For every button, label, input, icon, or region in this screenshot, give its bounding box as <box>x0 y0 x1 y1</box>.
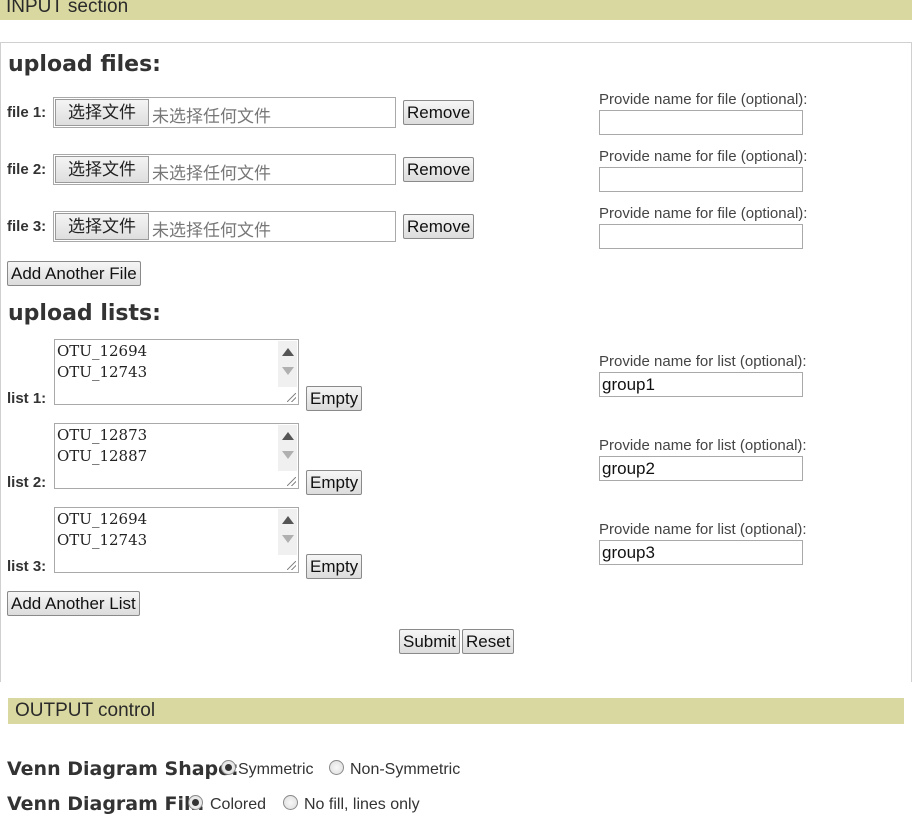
scroll-up-arrow-icon[interactable] <box>282 432 294 440</box>
shape-symmetric-label: Symmetric <box>238 761 314 778</box>
list-3-name-input[interactable]: group3 <box>599 540 803 565</box>
resize-grip-icon[interactable] <box>287 477 296 486</box>
list-1-textarea[interactable]: OTU_12694 OTU_12743 <box>54 339 299 405</box>
list-1-name-label: Provide name for list (optional): <box>599 353 807 370</box>
file-1-label: file 1: <box>7 104 47 121</box>
list-1-line: OTU_12743 <box>57 363 148 381</box>
file-1-remove-button[interactable]: Remove <box>403 100 475 125</box>
fill-colored-radio[interactable] <box>188 795 203 810</box>
file-1-choose-button[interactable]: 选择文件 <box>55 99 149 126</box>
list-1-scrollbar[interactable] <box>278 341 297 387</box>
list-1-line: OTU_12694 <box>57 342 148 360</box>
file-2-name-input[interactable] <box>599 167 803 192</box>
upload-lists-heading: upload lists: <box>8 301 161 326</box>
add-another-list-button[interactable]: Add Another List <box>7 591 140 616</box>
file-3-label: file 3: <box>7 218 47 235</box>
file-2-name-label: Provide name for file (optional): <box>599 148 808 165</box>
file-3-choose-button[interactable]: 选择文件 <box>55 213 149 240</box>
output-control-title: OUTPUT control <box>15 700 156 721</box>
file-3-name-label: Provide name for file (optional): <box>599 205 808 222</box>
list-2-line: OTU_12873 <box>57 426 148 444</box>
list-1-empty-button[interactable]: Empty <box>306 386 363 411</box>
list-2-scrollbar[interactable] <box>278 425 297 471</box>
file-1-picker[interactable]: 选择文件 未选择任何文件 <box>53 97 396 128</box>
list-3-line: OTU_12743 <box>57 531 148 549</box>
scroll-down-arrow-icon[interactable] <box>282 535 294 543</box>
file-3-name-input[interactable] <box>599 224 803 249</box>
list-2-textarea[interactable]: OTU_12873 OTU_12887 <box>54 423 299 489</box>
list-2-label: list 2: <box>7 474 47 491</box>
scroll-down-arrow-icon[interactable] <box>282 367 294 375</box>
fill-colored-label: Colored <box>210 796 267 813</box>
upload-files-heading: upload files: <box>8 52 161 77</box>
file-2-remove-button[interactable]: Remove <box>403 157 475 182</box>
file-2-status: 未选择任何文件 <box>152 164 271 183</box>
list-2-empty-button[interactable]: Empty <box>306 470 363 495</box>
fill-no-fill-radio[interactable] <box>283 795 298 810</box>
input-section-title: INPUT section <box>6 0 129 17</box>
list-3-scrollbar[interactable] <box>278 509 297 555</box>
list-2-name-input[interactable]: group2 <box>599 456 803 481</box>
file-1-name-label: Provide name for file (optional): <box>599 91 808 108</box>
resize-grip-icon[interactable] <box>287 561 296 570</box>
reset-button[interactable]: Reset <box>462 629 515 654</box>
list-1-name-input[interactable]: group1 <box>599 372 803 397</box>
list-3-label: list 3: <box>7 558 47 575</box>
shape-non-symmetric-radio[interactable] <box>329 760 344 775</box>
file-1-name-input[interactable] <box>599 110 803 135</box>
file-2-choose-button[interactable]: 选择文件 <box>55 156 149 183</box>
scroll-down-arrow-icon[interactable] <box>282 451 294 459</box>
list-1-label: list 1: <box>7 390 47 407</box>
shape-non-symmetric-label: Non-Symmetric <box>350 761 461 778</box>
fill-no-fill-label: No fill, lines only <box>304 796 420 813</box>
shape-symmetric-radio[interactable] <box>221 760 236 775</box>
list-3-empty-button[interactable]: Empty <box>306 554 363 579</box>
list-2-name-label: Provide name for list (optional): <box>599 437 807 454</box>
scroll-up-arrow-icon[interactable] <box>282 348 294 356</box>
file-3-picker[interactable]: 选择文件 未选择任何文件 <box>53 211 396 242</box>
add-another-file-button[interactable]: Add Another File <box>7 261 141 286</box>
scroll-up-arrow-icon[interactable] <box>282 516 294 524</box>
file-2-picker[interactable]: 选择文件 未选择任何文件 <box>53 154 396 185</box>
list-3-name-label: Provide name for list (optional): <box>599 521 807 538</box>
file-1-status: 未选择任何文件 <box>152 107 271 126</box>
list-3-textarea[interactable]: OTU_12694 OTU_12743 <box>54 507 299 573</box>
submit-button[interactable]: Submit <box>399 629 460 654</box>
list-2-line: OTU_12887 <box>57 447 148 465</box>
venn-shape-label: Venn Diagram Shape: <box>7 758 239 780</box>
input-section-header: INPUT section <box>0 0 912 20</box>
output-control-header: OUTPUT control <box>8 698 904 724</box>
file-2-label: file 2: <box>7 161 47 178</box>
file-3-status: 未选择任何文件 <box>152 221 271 240</box>
list-3-line: OTU_12694 <box>57 510 148 528</box>
resize-grip-icon[interactable] <box>287 393 296 402</box>
venn-fill-label: Venn Diagram Fill: <box>7 793 205 815</box>
file-3-remove-button[interactable]: Remove <box>403 214 475 239</box>
